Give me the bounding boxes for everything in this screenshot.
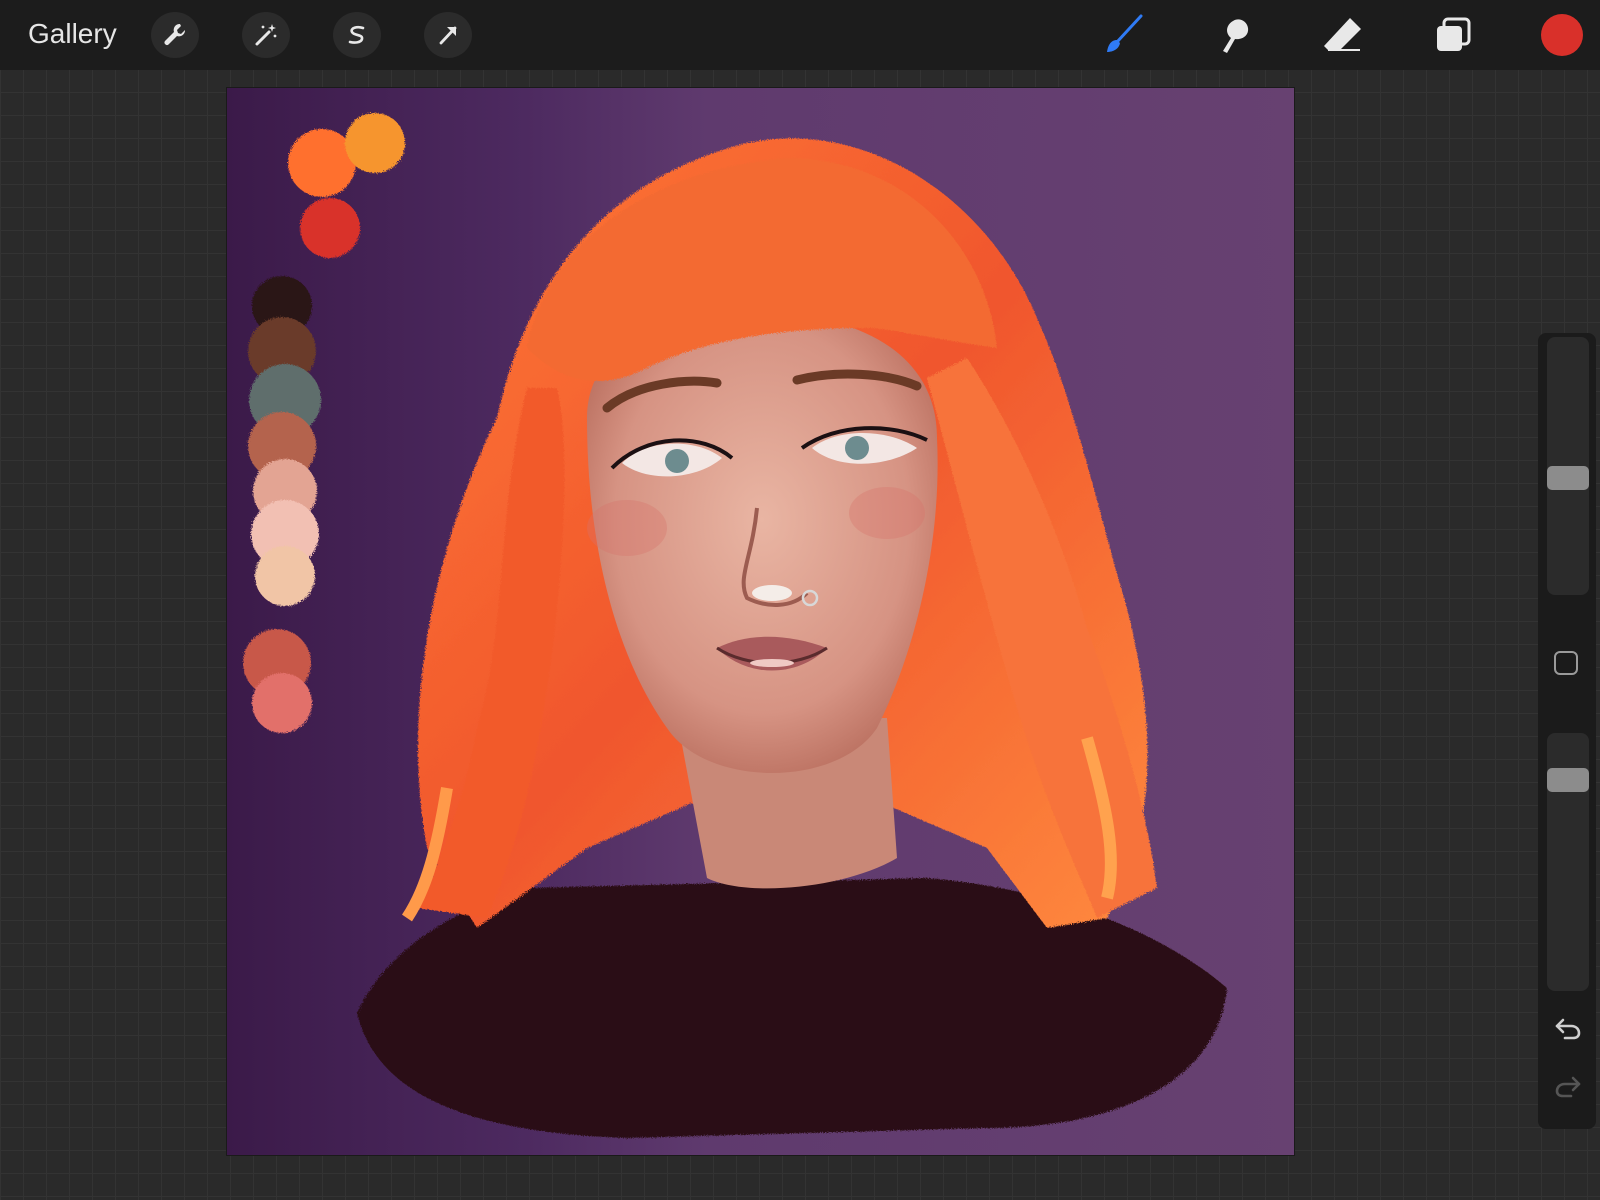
smudge-tool-button[interactable] [1209,12,1257,58]
transform-arrow-icon [439,26,457,45]
undo-button[interactable] [1552,1013,1584,1041]
layers-icon [1437,17,1471,51]
portrait-artwork [243,113,1227,1138]
opacity-slider[interactable] [1547,733,1589,991]
palette-swatches [243,113,405,733]
transform-button[interactable] [424,12,472,58]
brush-icon [1107,14,1143,52]
side-controls-panel [1538,333,1596,1129]
gallery-button[interactable]: Gallery [28,16,117,52]
selection-s-icon [348,25,365,44]
layers-button[interactable] [1429,12,1477,58]
adjustments-wand-button[interactable] [242,12,290,58]
drawing-canvas[interactable] [227,88,1294,1155]
smudge-icon [1223,19,1249,53]
selection-button[interactable] [333,12,381,58]
brush-tool-button[interactable] [1099,12,1147,58]
magic-wand-icon [255,24,277,46]
opacity-thumb[interactable] [1547,768,1589,793]
undo-arrow-icon [1555,1018,1581,1040]
brush-size-thumb[interactable] [1547,465,1589,490]
redo-button[interactable] [1552,1071,1584,1099]
eraser-tool-button[interactable] [1319,12,1367,58]
modify-button[interactable] [1554,651,1578,675]
brush-size-slider[interactable] [1547,337,1589,595]
redo-arrow-icon [1555,1076,1581,1098]
color-picker-button[interactable] [1541,14,1583,56]
eraser-icon [1324,18,1361,51]
actions-wrench-button[interactable] [151,12,199,58]
top-toolbar: Gallery [0,0,1600,70]
wrench-icon [164,23,186,46]
